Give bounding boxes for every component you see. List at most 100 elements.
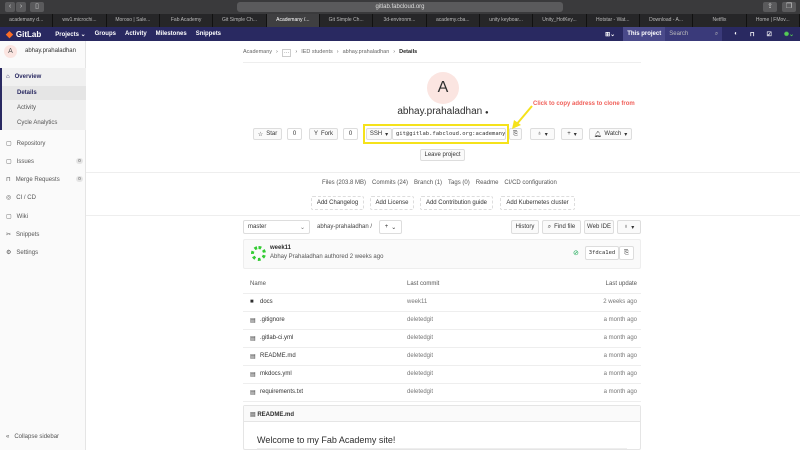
browser-tab[interactable]: academany d... bbox=[0, 14, 54, 27]
breadcrumb-academany[interactable]: Academany bbox=[243, 49, 272, 57]
sidebar-item-repository[interactable]: ▢ Repository bbox=[6, 140, 45, 148]
download-dropdown[interactable]: ♁ ▾ bbox=[617, 220, 641, 234]
back-button[interactable]: ‹ bbox=[5, 2, 15, 12]
fork-count[interactable]: 0 bbox=[343, 128, 358, 140]
sidebar-item-snippets[interactable]: ✂ Snippets bbox=[6, 231, 39, 239]
browser-tab[interactable]: academy.cba... bbox=[427, 14, 480, 27]
add-dropdown[interactable]: + ▾ bbox=[561, 128, 583, 140]
sidebar-project-name[interactable]: abhay.prahaladhan bbox=[25, 48, 76, 54]
commit-title[interactable]: week11 bbox=[270, 245, 291, 251]
browser-tab[interactable]: Academany /... bbox=[266, 14, 320, 27]
browser-tab[interactable]: Moroso | Sale... bbox=[107, 14, 160, 27]
file-last-commit[interactable]: deletedgit bbox=[407, 335, 433, 341]
find-file-button[interactable]: ⌕ Find file bbox=[542, 220, 581, 234]
new-dropdown-icon[interactable]: ⊞⌄ bbox=[605, 31, 615, 38]
collapse-sidebar-button[interactable]: « Collapse sidebar bbox=[6, 434, 59, 440]
breadcrumb-project[interactable]: abhay.prahaladhan bbox=[343, 49, 390, 57]
browser-tab[interactable]: unity keyboar... bbox=[480, 14, 534, 27]
browser-tab[interactable]: Home | FMov... bbox=[747, 14, 800, 27]
browser-tab[interactable]: Hotstar - Wat... bbox=[587, 14, 640, 27]
browser-tab[interactable]: Git Simple Ch... bbox=[320, 14, 374, 27]
watch-button[interactable]: 🔔︎ Watch ▾ bbox=[589, 128, 632, 140]
sidebar-item-ci-cd[interactable]: ◎ CI / CD bbox=[6, 194, 36, 202]
breadcrumb-ied-students[interactable]: IED students bbox=[301, 49, 333, 57]
file-name[interactable]: mkdocs.yml bbox=[260, 371, 292, 377]
stat-tags[interactable]: Tags (0) bbox=[448, 180, 470, 186]
sidebar-sub-activity[interactable]: Activity bbox=[17, 105, 36, 111]
table-row[interactable]: ▤ .gitignore deletedgit a month ago bbox=[243, 312, 641, 330]
share-button[interactable]: ⇪ bbox=[763, 2, 777, 12]
todos-icon[interactable]: ☑ bbox=[767, 31, 772, 38]
sidebar-item-issues[interactable]: ▢ Issues bbox=[6, 158, 34, 166]
browser-tab[interactable]: 3d-environm... bbox=[373, 14, 427, 27]
file-last-commit[interactable]: deletedgit bbox=[407, 317, 433, 323]
history-button[interactable]: History bbox=[511, 220, 539, 234]
star-button[interactable]: ☆ Star bbox=[253, 128, 282, 140]
browser-tab[interactable]: Netflix bbox=[693, 14, 747, 27]
sidebar-sub-details[interactable]: Details bbox=[17, 90, 37, 96]
nav-snippets[interactable]: Snippets bbox=[196, 31, 221, 37]
star-count[interactable]: 0 bbox=[287, 128, 302, 140]
browser-tab[interactable]: Git Simple Ch... bbox=[213, 14, 267, 27]
table-row[interactable]: ▤ requirements.txt deletedgit a month ago bbox=[243, 384, 641, 402]
nav-projects[interactable]: Projects ⌄ bbox=[55, 31, 85, 38]
browser-tab[interactable]: Unity_HotKey... bbox=[533, 14, 587, 27]
stat-branch[interactable]: Branch (1) bbox=[414, 180, 442, 186]
clone-url-input[interactable]: git@gitlab.fabcloud.org:academany bbox=[392, 128, 506, 140]
file-name[interactable]: requirements.txt bbox=[260, 389, 303, 395]
web-ide-button[interactable]: Web IDE bbox=[584, 220, 614, 234]
file-last-commit[interactable]: deletedgit bbox=[407, 371, 433, 377]
readme-filename[interactable]: README.md bbox=[257, 412, 294, 418]
sidebar-item-merge-requests[interactable]: ⊓ Merge Requests bbox=[6, 176, 60, 184]
sidebar-toggle-button[interactable]: ▯ bbox=[30, 2, 44, 12]
address-bar[interactable]: gitlab.fabcloud.org bbox=[237, 2, 563, 12]
sidebar-sub-cycle-analytics[interactable]: Cycle Analytics bbox=[17, 120, 57, 126]
leave-project-button[interactable]: Leave project bbox=[420, 149, 465, 161]
file-name[interactable]: docs bbox=[260, 299, 273, 305]
add-file-dropdown[interactable]: + ⌄ bbox=[379, 220, 402, 234]
copy-sha-button[interactable]: ⎘ bbox=[619, 246, 634, 260]
search-input[interactable]: Search ⌕ bbox=[665, 27, 723, 41]
nav-milestones[interactable]: Milestones bbox=[156, 31, 187, 37]
repo-path-root[interactable]: abhay-prahaladhan bbox=[317, 224, 369, 230]
stat-cicd[interactable]: CI/CD configuration bbox=[504, 180, 556, 186]
file-name[interactable]: .gitlab-ci.yml bbox=[260, 335, 293, 341]
sidebar-item-wiki[interactable]: ▢ Wiki bbox=[6, 213, 28, 221]
add-kubernetes-button[interactable]: Add Kubernetes cluster bbox=[500, 196, 575, 210]
nav-activity[interactable]: Activity bbox=[125, 31, 147, 37]
add-contribution-guide-button[interactable]: Add Contribution guide bbox=[420, 196, 493, 210]
add-changelog-button[interactable]: Add Changelog bbox=[311, 196, 364, 210]
stat-commits[interactable]: Commits (24) bbox=[372, 180, 408, 186]
commit-sha[interactable]: 3fdca1ed bbox=[585, 246, 619, 260]
merge-requests-icon[interactable]: ⊓ bbox=[750, 31, 755, 38]
sidebar-item-settings[interactable]: ⚙ Settings bbox=[6, 249, 38, 257]
branch-select[interactable]: master ⌄ bbox=[243, 220, 310, 234]
stat-readme[interactable]: Readme bbox=[476, 180, 499, 186]
breadcrumb-more[interactable]: ··· bbox=[281, 49, 292, 57]
table-row[interactable]: ▤ README.md deletedgit a month ago bbox=[243, 348, 641, 366]
pipeline-passed-icon[interactable]: ⊘ bbox=[573, 249, 579, 257]
table-row[interactable]: ▤ mkdocs.yml deletedgit a month ago bbox=[243, 366, 641, 384]
brand[interactable]: GitLab bbox=[16, 30, 41, 39]
browser-tab[interactable]: ww1.microchi... bbox=[53, 14, 107, 27]
browser-tab[interactable]: Download - A... bbox=[640, 14, 694, 27]
issues-icon[interactable]: ◐ bbox=[734, 31, 738, 37]
fork-button[interactable]: Y Fork bbox=[309, 128, 338, 140]
file-last-commit[interactable]: week11 bbox=[407, 299, 427, 305]
search-scope[interactable]: This project bbox=[623, 27, 666, 41]
browser-tab[interactable]: Fab Academy bbox=[160, 14, 214, 27]
forward-button[interactable]: › bbox=[16, 2, 26, 12]
file-last-commit[interactable]: deletedgit bbox=[407, 389, 433, 395]
file-name[interactable]: .gitignore bbox=[260, 317, 285, 323]
protocol-dropdown[interactable]: SSH ▾ bbox=[366, 128, 392, 140]
tabs-button[interactable]: ❐ bbox=[782, 2, 796, 12]
stat-files[interactable]: Files (203.8 MB) bbox=[322, 180, 366, 186]
sidebar-item-overview[interactable]: ⌂ Overview bbox=[6, 74, 41, 80]
add-license-button[interactable]: Add License bbox=[370, 196, 414, 210]
table-row[interactable]: ▤ .gitlab-ci.yml deletedgit a month ago bbox=[243, 330, 641, 348]
file-name[interactable]: README.md bbox=[260, 353, 296, 359]
file-last-commit[interactable]: deletedgit bbox=[407, 353, 433, 359]
nav-groups[interactable]: Groups bbox=[95, 31, 116, 37]
user-avatar-icon[interactable]: ✺⌄ bbox=[784, 31, 794, 38]
table-row[interactable]: ■ docs week11 2 weeks ago bbox=[243, 294, 641, 312]
